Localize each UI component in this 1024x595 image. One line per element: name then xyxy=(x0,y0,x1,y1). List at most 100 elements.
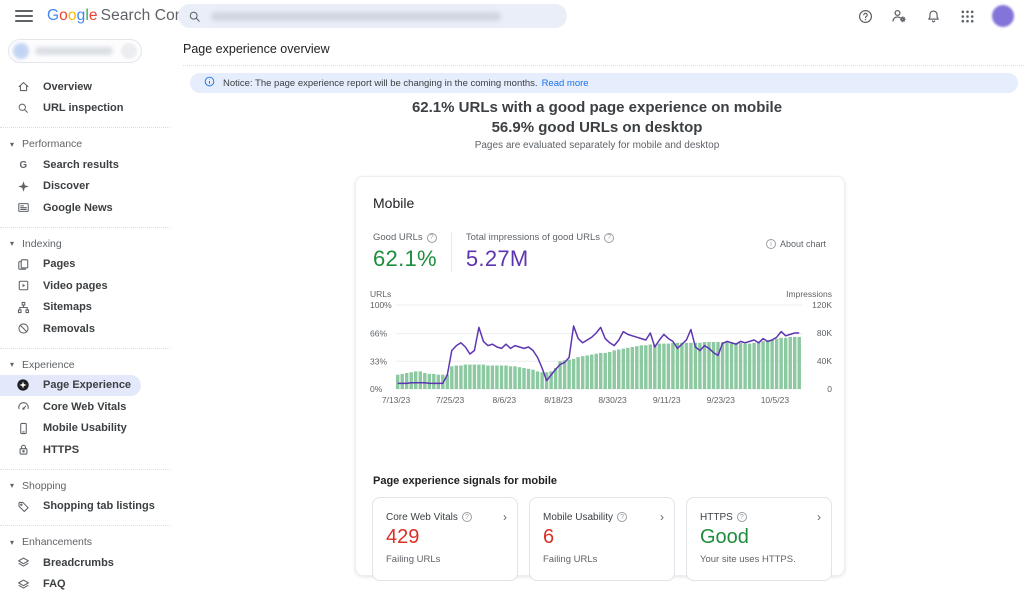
sidebar-item-overview[interactable]: Overview xyxy=(0,76,170,98)
page-title: Page experience overview xyxy=(183,42,330,56)
about-chart-button[interactable]: i About chart xyxy=(766,239,826,249)
mobile-card-title: Mobile xyxy=(373,195,414,211)
section-label: Performance xyxy=(22,138,82,150)
headline-desktop: 56.9% good URLs on desktop xyxy=(170,118,1024,138)
sidebar-item-faq[interactable]: FAQ xyxy=(0,574,170,595)
sidebar-item-label: Google News xyxy=(43,202,113,214)
signal-caption: Failing URLs xyxy=(386,554,440,565)
sidebar-item-search-results[interactable]: G Search results xyxy=(0,154,170,176)
svg-text:66%: 66% xyxy=(370,329,387,339)
property-selector[interactable] xyxy=(8,39,142,63)
sidebar-item-page-experience[interactable]: Page Experience xyxy=(0,375,141,397)
metric-label: Good URLs xyxy=(373,232,423,243)
help-icon[interactable]: ? xyxy=(604,233,614,243)
collapse-icon: ▾ xyxy=(10,140,14,149)
about-chart-label: About chart xyxy=(780,239,826,249)
collapse-icon: ▾ xyxy=(10,360,14,369)
experience-chart[interactable]: URLs100%66%33%0%Impressions120K80K40K07/… xyxy=(370,289,832,418)
signal-caption: Failing URLs xyxy=(543,554,597,565)
sidebar-item-label: Sitemaps xyxy=(43,301,92,313)
headline: 62.1% URLs with a good page experience o… xyxy=(170,98,1024,138)
section-header-performance[interactable]: ▾ Performance xyxy=(0,134,170,154)
section-header-experience[interactable]: ▾ Experience xyxy=(0,355,170,375)
chevron-right-icon: › xyxy=(503,510,507,524)
sidebar-item-url-inspection[interactable]: URL inspection xyxy=(0,98,170,120)
page-experience-icon xyxy=(16,378,30,392)
sidebar-item-label: Breadcrumbs xyxy=(43,557,114,569)
sidebar-item-shopping-tab-listings[interactable]: Shopping tab listings xyxy=(0,496,170,518)
notifications-icon[interactable] xyxy=(924,7,942,25)
sidebar-item-video-pages[interactable]: Video pages xyxy=(0,275,170,297)
sidebar-item-breadcrumbs[interactable]: Breadcrumbs xyxy=(0,552,170,574)
sidebar-item-https[interactable]: HTTPS xyxy=(0,439,170,461)
help-icon[interactable]: ? xyxy=(462,512,472,522)
section-label: Enhancements xyxy=(22,536,92,548)
sidebar-item-label: Shopping tab listings xyxy=(43,500,155,512)
svg-text:8/18/23: 8/18/23 xyxy=(544,395,573,405)
section-header-enhancements[interactable]: ▾ Enhancements xyxy=(0,532,170,552)
sidebar-item-google-news[interactable]: Google News xyxy=(0,197,170,219)
sidebar-item-label: Removals xyxy=(43,323,95,335)
svg-text:URLs: URLs xyxy=(370,289,391,299)
phone-icon xyxy=(16,421,30,435)
sidebar: Overview URL inspection ▾ Performance G … xyxy=(0,32,170,557)
svg-text:100%: 100% xyxy=(370,300,392,310)
https-card[interactable]: HTTPS ? › Good Your site uses HTTPS. xyxy=(686,497,832,581)
pages-icon xyxy=(16,257,30,271)
svg-text:Impressions: Impressions xyxy=(786,289,832,299)
section-header-indexing[interactable]: ▾ Indexing xyxy=(0,234,170,254)
sidebar-section-indexing: ▾ Indexing Pages Video pages Sitemaps Re… xyxy=(0,227,170,340)
help-icon[interactable]: ? xyxy=(427,233,437,243)
signal-title: HTTPS xyxy=(700,512,733,523)
svg-text:40K: 40K xyxy=(817,356,832,366)
svg-text:9/23/23: 9/23/23 xyxy=(707,395,736,405)
read-more-link[interactable]: Read more xyxy=(542,78,589,89)
signal-value: Good xyxy=(700,526,749,549)
sidebar-item-removals[interactable]: Removals xyxy=(0,318,170,340)
search-input[interactable] xyxy=(178,4,567,28)
news-icon xyxy=(16,201,30,215)
signal-value: 429 xyxy=(386,526,419,549)
account-settings-icon[interactable] xyxy=(890,7,908,25)
sitemap-icon xyxy=(16,300,30,314)
mobile-card: Mobile Good URLs ? 62.1% Total impressio… xyxy=(355,176,845,576)
chevron-right-icon: › xyxy=(817,510,821,524)
sidebar-item-sitemaps[interactable]: Sitemaps xyxy=(0,297,170,319)
sidebar-item-mobile-usability[interactable]: Mobile Usability xyxy=(0,418,170,440)
apps-grid-icon[interactable] xyxy=(958,7,976,25)
sidebar-item-label: Mobile Usability xyxy=(43,422,127,434)
svg-text:80K: 80K xyxy=(817,328,832,338)
search-query-redacted xyxy=(211,12,501,21)
sidebar-section-enhancements: ▾ Enhancements Breadcrumbs FAQ xyxy=(0,525,170,595)
signal-cards-row: Core Web Vitals ? › 429 Failing URLs Mob… xyxy=(372,497,832,581)
help-icon[interactable]: ? xyxy=(737,512,747,522)
sidebar-item-pages[interactable]: Pages xyxy=(0,254,170,276)
svg-text:7/25/23: 7/25/23 xyxy=(436,395,465,405)
impressions-value: 5.27M xyxy=(466,246,614,272)
avatar[interactable] xyxy=(992,5,1014,27)
signal-value: 6 xyxy=(543,526,554,549)
sidebar-item-core-web-vitals[interactable]: Core Web Vitals xyxy=(0,396,170,418)
divider xyxy=(183,65,1024,66)
sidebar-item-label: Discover xyxy=(43,180,89,192)
property-dropdown-icon xyxy=(121,43,137,59)
sidebar-item-label: Core Web Vitals xyxy=(43,401,126,413)
svg-text:10/5/23: 10/5/23 xyxy=(761,395,790,405)
help-icon[interactable]: ? xyxy=(617,512,627,522)
section-label: Experience xyxy=(22,359,75,371)
metrics-row: Good URLs ? 62.1% Total impressions of g… xyxy=(373,232,628,272)
help-icon[interactable] xyxy=(856,7,874,25)
main-content: Page experience overview Notice: The pag… xyxy=(170,32,1024,557)
lock-icon xyxy=(16,443,30,457)
core-web-vitals-card[interactable]: Core Web Vitals ? › 429 Failing URLs xyxy=(372,497,518,581)
video-page-icon xyxy=(16,279,30,293)
mobile-usability-card[interactable]: Mobile Usability ? › 6 Failing URLs xyxy=(529,497,675,581)
menu-icon[interactable] xyxy=(15,10,33,22)
gauge-icon xyxy=(16,400,30,414)
removals-icon xyxy=(16,322,30,336)
sidebar-section-shopping: ▾ Shopping Shopping tab listings xyxy=(0,469,170,518)
sidebar-item-label: HTTPS xyxy=(43,444,79,456)
section-header-shopping[interactable]: ▾ Shopping xyxy=(0,476,170,496)
svg-text:0: 0 xyxy=(827,384,832,394)
sidebar-item-discover[interactable]: Discover xyxy=(0,176,170,198)
